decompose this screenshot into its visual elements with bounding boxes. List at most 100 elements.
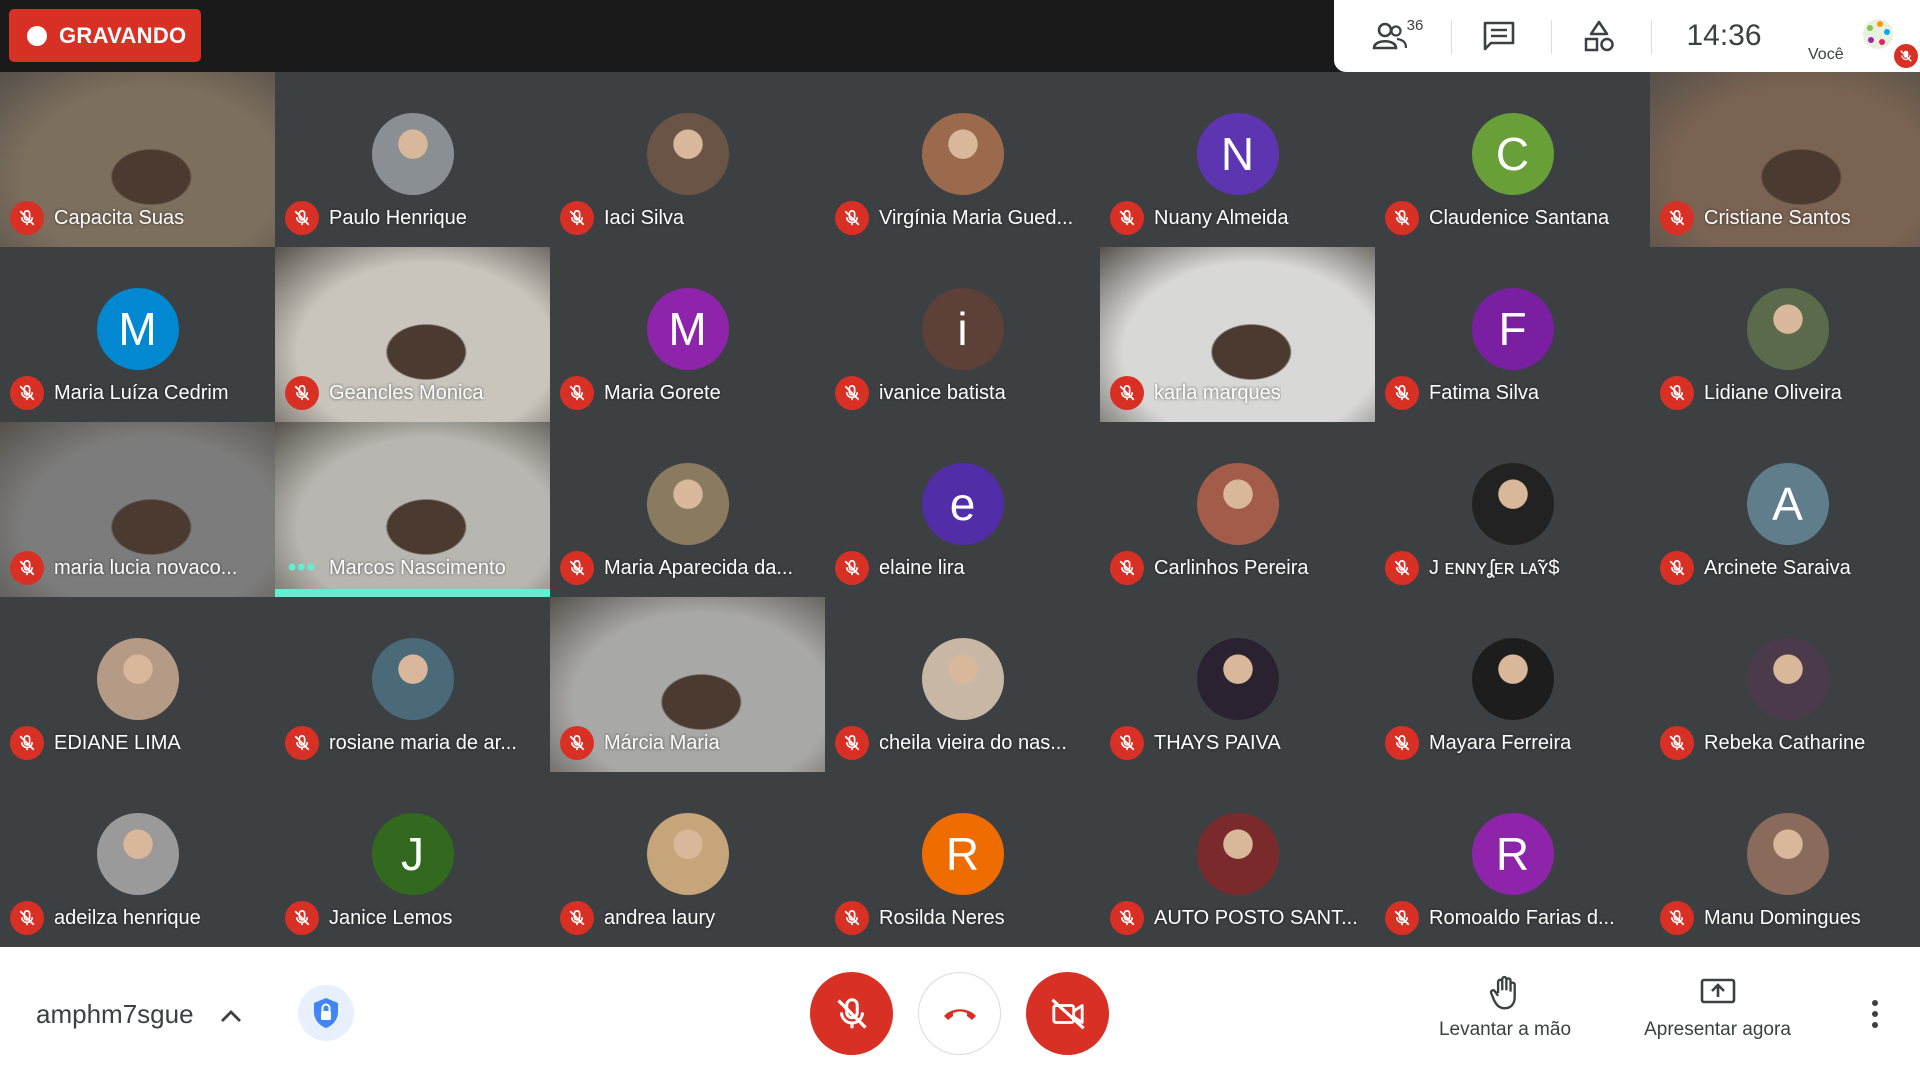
participant-tile[interactable]: Cristiane Santos <box>1650 72 1920 247</box>
participant-name-row: Lidiane Oliveira <box>1660 376 1919 410</box>
participant-name-row: Cristiane Santos <box>1660 201 1919 235</box>
participant-name-row: andrea laury <box>560 901 819 935</box>
participant-name-row: Maria Gorete <box>560 376 819 410</box>
participant-tile[interactable]: Maria Aparecida da... <box>550 422 825 597</box>
participant-name-row: elaine lira <box>835 551 1094 585</box>
present-now-button[interactable]: Apresentar agora <box>1630 975 1805 1055</box>
participant-name: Paulo Henrique <box>329 206 467 229</box>
more-vert-icon <box>1872 1000 1878 1028</box>
participant-tile[interactable]: M Maria Gorete <box>550 247 825 422</box>
mic-off-icon <box>1660 901 1694 935</box>
participant-tile[interactable]: Geancles Monica <box>275 247 550 422</box>
participant-tile[interactable]: Márcia Maria <box>550 597 825 772</box>
host-controls-button[interactable] <box>298 985 354 1041</box>
participant-tile[interactable]: J ᴇɴɴʏʆᴇʀ ʟᴀ̃ʏ$ <box>1375 422 1650 597</box>
activities-button[interactable] <box>1564 0 1634 72</box>
participant-photo-avatar <box>1746 638 1829 720</box>
participant-name: THAYS PAIVA <box>1154 731 1281 754</box>
microphone-toggle-button[interactable] <box>810 972 893 1055</box>
participant-tile[interactable]: M Maria Luíza Cedrim <box>0 247 275 422</box>
raise-hand-button[interactable]: Levantar a mão <box>1420 975 1590 1055</box>
participant-name-row: maria lucia novaco... <box>10 551 269 585</box>
participant-tile[interactable]: Lidiane Oliveira <box>1650 247 1920 422</box>
participant-tile[interactable]: Rebeka Catharine <box>1650 597 1920 772</box>
participant-tile[interactable]: ••• Marcos Nascimento <box>275 422 550 597</box>
participant-initial-avatar: R <box>921 813 1004 895</box>
participant-tile[interactable]: Carlinhos Pereira <box>1100 422 1375 597</box>
meeting-code: amphm7sgue <box>36 999 194 1029</box>
mic-off-icon <box>1110 726 1144 760</box>
participant-name: Maria Gorete <box>604 381 721 404</box>
participant-name-row: J ᴇɴɴʏʆᴇʀ ʟᴀ̃ʏ$ <box>1385 551 1644 585</box>
participant-initial-avatar: e <box>921 463 1004 545</box>
participant-tile[interactable]: THAYS PAIVA <box>1100 597 1375 772</box>
participant-name: Romoaldo Farias d... <box>1429 906 1615 929</box>
participant-name: cheila vieira do nas... <box>879 731 1067 754</box>
present-screen-icon <box>1700 978 1736 1004</box>
participant-name: rosiane maria de ar... <box>329 731 517 754</box>
chevron-up-icon <box>220 1010 241 1023</box>
participant-tile[interactable]: Mayara Ferreira <box>1375 597 1650 772</box>
participant-tile[interactable]: Capacita Suas <box>0 72 275 247</box>
participant-photo-avatar <box>371 638 454 720</box>
participant-tile[interactable]: EDIANE LIMA <box>0 597 275 772</box>
participant-tile[interactable]: karla marques <box>1100 247 1375 422</box>
mic-off-icon <box>835 201 869 235</box>
participant-tile[interactable]: Iaci Silva <box>550 72 825 247</box>
meeting-details-button[interactable]: amphm7sgue <box>36 999 243 1030</box>
participant-photo-avatar <box>1196 813 1279 895</box>
participant-name-row: Mayara Ferreira <box>1385 726 1644 760</box>
chat-button[interactable] <box>1464 0 1534 72</box>
participant-initial-avatar: J <box>371 813 454 895</box>
participant-tile[interactable]: N Nuany Almeida <box>1100 72 1375 247</box>
mic-off-icon <box>1110 201 1144 235</box>
participant-tile[interactable]: Virgínia Maria Gued... <box>825 72 1100 247</box>
more-options-button[interactable] <box>1860 989 1890 1039</box>
participant-tile[interactable]: F Fatima Silva <box>1375 247 1650 422</box>
people-button[interactable]: 36 <box>1364 0 1434 72</box>
camera-toggle-button[interactable] <box>1026 972 1109 1055</box>
participant-tile[interactable]: Manu Domingues <box>1650 772 1920 947</box>
participant-name: ivanice batista <box>879 381 1006 404</box>
participant-name: Fatima Silva <box>1429 381 1540 404</box>
participant-name: J ᴇɴɴʏʆᴇʀ ʟᴀ̃ʏ$ <box>1429 556 1560 579</box>
participant-photo-avatar <box>1746 288 1829 370</box>
mic-off-icon <box>1660 201 1694 235</box>
participant-tile[interactable]: cheila vieira do nas... <box>825 597 1100 772</box>
participant-photo-avatar <box>921 113 1004 195</box>
participant-name: Geancles Monica <box>329 381 484 404</box>
participant-tile[interactable]: i ivanice batista <box>825 247 1100 422</box>
participant-tile[interactable]: Paulo Henrique <box>275 72 550 247</box>
participant-name: Iaci Silva <box>604 206 685 229</box>
participant-tile[interactable]: AUTO POSTO SANT... <box>1100 772 1375 947</box>
participant-initial-avatar: C <box>1471 113 1554 195</box>
mic-off-icon <box>285 376 319 410</box>
mic-off-icon <box>1385 376 1419 410</box>
participant-tile[interactable]: e elaine lira <box>825 422 1100 597</box>
participant-name-row: Maria Aparecida da... <box>560 551 819 585</box>
participant-initial-avatar: A <box>1746 463 1829 545</box>
record-dot-icon <box>27 25 47 46</box>
participant-photo-avatar <box>1196 638 1279 720</box>
leave-call-button[interactable] <box>918 972 1001 1055</box>
hang-up-icon <box>943 1008 976 1020</box>
participant-photo-avatar <box>1196 463 1279 545</box>
participant-tile[interactable]: J Janice Lemos <box>275 772 550 947</box>
raise-hand-label: Levantar a mão <box>1438 1019 1572 1040</box>
clock: 14:36 <box>1664 0 1784 72</box>
participant-photo-avatar <box>1471 638 1554 720</box>
participant-tile[interactable]: rosiane maria de ar... <box>275 597 550 772</box>
participant-tile[interactable]: R Romoaldo Farias d... <box>1375 772 1650 947</box>
participant-tile[interactable]: A Arcinete Saraiva <box>1650 422 1920 597</box>
participant-name: Manu Domingues <box>1704 906 1861 929</box>
participant-tile[interactable]: C Claudenice Santana <box>1375 72 1650 247</box>
self-tile[interactable]: Você <box>1794 0 1920 72</box>
participant-name: Lidiane Oliveira <box>1704 381 1842 404</box>
participant-tile[interactable]: adeilza henrique <box>0 772 275 947</box>
participant-name-row: Capacita Suas <box>10 201 269 235</box>
participant-tile[interactable]: maria lucia novaco... <box>0 422 275 597</box>
participant-name-row: Rebeka Catharine <box>1660 726 1919 760</box>
participant-tile[interactable]: andrea laury <box>550 772 825 947</box>
participant-tile[interactable]: R Rosilda Neres <box>825 772 1100 947</box>
mic-off-icon <box>835 901 869 935</box>
